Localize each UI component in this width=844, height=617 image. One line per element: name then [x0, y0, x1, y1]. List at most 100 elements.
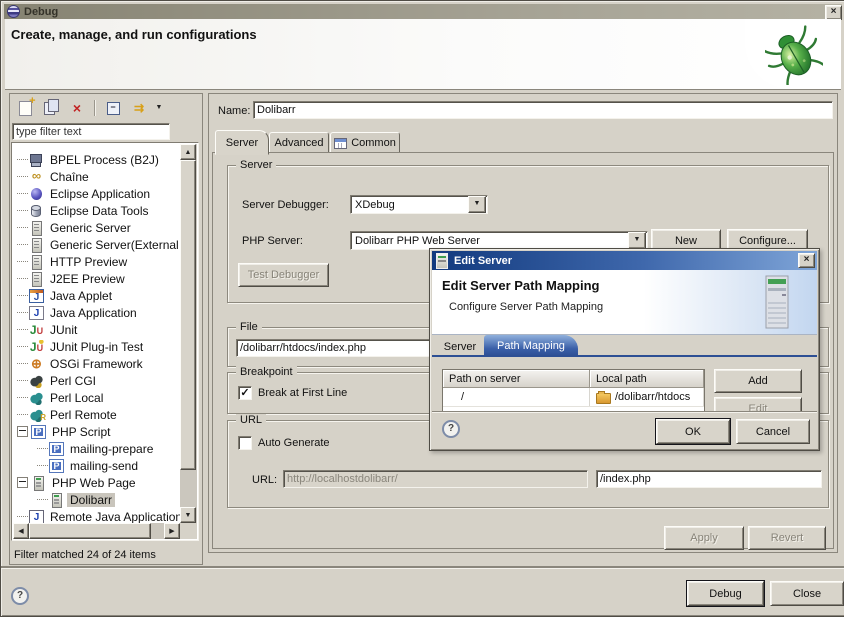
configurations-panel: BPEL Process (B2J)Chaîne Eclipse Applicat… — [9, 93, 203, 565]
tree-item-php-script[interactable]: PHP Script — [13, 423, 181, 440]
file-group-legend: File — [236, 321, 262, 333]
tree-connector — [17, 244, 28, 245]
revert-button[interactable]: Revert — [748, 526, 826, 550]
tree-item-junit-plug-in-test[interactable]: JUnit Plug-in Test — [13, 338, 181, 355]
close-edit-server-button[interactable] — [798, 253, 815, 268]
debug-dialog-window: Debug Create, manage, and run configurat… — [0, 0, 844, 617]
tree-item-j2ee-preview[interactable]: J2EE Preview — [13, 270, 181, 287]
tree-item-java-application[interactable]: Java Application — [13, 304, 181, 321]
vertical-scroll-thumb[interactable] — [180, 160, 196, 470]
tree-item-junit[interactable]: JUnit — [13, 321, 181, 338]
column-header-local-path[interactable]: Local path — [590, 370, 704, 388]
duplicate-configuration-button[interactable] — [40, 98, 62, 118]
column-header-path-on-server[interactable]: Path on server — [443, 370, 590, 388]
chevron-down-icon[interactable] — [468, 196, 486, 213]
chevron-down-icon[interactable] — [628, 232, 646, 249]
tree-item-perl-cgi[interactable]: Perl CGI — [13, 372, 181, 389]
tree-horizontal-scrollbar[interactable]: ◀ ▶ — [13, 523, 180, 539]
php-web-icon — [49, 493, 64, 507]
tree-item-label: Eclipse Application — [47, 187, 153, 201]
tree-item-bpel-process-b2j-[interactable]: BPEL Process (B2J) — [13, 151, 181, 168]
toolbar-dropdown-caret-icon[interactable] — [154, 98, 164, 118]
ok-button[interactable]: OK — [656, 419, 730, 444]
server-group-legend: Server — [236, 159, 276, 171]
tree-connector — [17, 278, 28, 279]
tree-item-eclipse-data-tools[interactable]: Eclipse Data Tools — [13, 202, 181, 219]
tree-item-osgi-framework[interactable]: OSGi Framework — [13, 355, 181, 372]
horizontal-scroll-thumb[interactable] — [29, 523, 151, 539]
scroll-left-icon[interactable]: ◀ — [13, 523, 29, 539]
tree-connector — [17, 516, 28, 517]
help-icon[interactable] — [11, 587, 29, 605]
break-first-line-label: Break at First Line — [258, 387, 347, 399]
tree-item-label: Java Application — [47, 306, 140, 320]
apply-button[interactable]: Apply — [664, 526, 744, 550]
tab-common-label: Common — [351, 137, 396, 149]
tree-item-label: Perl Local — [47, 391, 106, 405]
tab-server[interactable]: Server — [215, 130, 269, 155]
url-base-input[interactable] — [283, 470, 588, 488]
tab-server-settings[interactable]: Server — [438, 337, 482, 356]
scroll-down-icon[interactable]: ▼ — [180, 507, 196, 523]
tab-advanced-label: Advanced — [275, 137, 324, 149]
tree-item-eclipse-application[interactable]: Eclipse Application — [13, 185, 181, 202]
filter-input[interactable] — [12, 123, 170, 140]
php-file-icon — [49, 442, 64, 456]
tree-connector — [17, 346, 28, 347]
scroll-right-icon[interactable]: ▶ — [164, 523, 180, 539]
debug-button[interactable]: Debug — [687, 581, 764, 606]
local-path-text: /dolibarr/htdocs — [615, 391, 690, 403]
collapse-minus-icon[interactable] — [17, 426, 28, 437]
url-path-input[interactable] — [596, 470, 822, 488]
tree-connector — [17, 312, 28, 313]
tree-item-mailing-send[interactable]: mailing-send — [13, 457, 181, 474]
tree-item-mailing-prepare[interactable]: mailing-prepare — [13, 440, 181, 457]
tree-item-label: PHP Web Page — [49, 476, 139, 490]
cancel-button[interactable]: Cancel — [736, 419, 810, 444]
tab-advanced[interactable]: Advanced — [269, 132, 329, 154]
tree-item-label: BPEL Process (B2J) — [47, 153, 162, 167]
collapse-minus-icon[interactable] — [17, 477, 28, 488]
close-window-button[interactable] — [825, 5, 842, 20]
test-debugger-button[interactable]: Test Debugger — [238, 263, 329, 287]
tree-item-label: OSGi Framework — [47, 357, 146, 371]
scroll-up-icon[interactable]: ▲ — [180, 144, 196, 160]
tree-item-label: J2EE Preview — [47, 272, 128, 286]
auto-generate-checkbox[interactable] — [238, 436, 252, 450]
name-input[interactable] — [253, 101, 833, 119]
filter-button[interactable] — [128, 98, 150, 118]
auto-generate-label: Auto Generate — [258, 437, 330, 449]
tree-item-java-applet[interactable]: Java Applet — [13, 287, 181, 304]
tree-item-perl-local[interactable]: Perl Local — [13, 389, 181, 406]
server-debugger-select[interactable]: XDebug — [350, 195, 488, 214]
dialog-help-icon[interactable] — [442, 420, 460, 438]
tree-item-http-preview[interactable]: HTTP Preview — [13, 253, 181, 270]
tree-item-dolibarr[interactable]: Dolibarr — [13, 491, 181, 508]
tree-vertical-scrollbar[interactable]: ▲ ▼ — [180, 144, 197, 523]
server-icon — [29, 255, 44, 269]
edit-server-heading: Edit Server Path Mapping — [442, 278, 599, 293]
duplicate-icon — [44, 102, 55, 115]
collapse-all-button[interactable] — [102, 98, 124, 118]
tab-common[interactable]: Common — [330, 132, 400, 154]
tree-item-generic-server-external-la[interactable]: Generic Server(External La — [13, 236, 181, 253]
tree-item-php-web-page[interactable]: PHP Web Page — [13, 474, 181, 491]
new-configuration-button[interactable] — [14, 98, 36, 118]
filter-status-text: Filter matched 24 of 24 items — [14, 549, 156, 561]
path-mapping-row[interactable]: / /dolibarr/htdocs — [443, 388, 704, 407]
break-first-line-checkbox[interactable] — [238, 386, 252, 400]
delete-configuration-button[interactable] — [66, 98, 88, 118]
tab-path-mapping[interactable]: Path Mapping — [484, 335, 578, 356]
path-on-server-cell: / — [443, 388, 590, 406]
tree-item-perl-remote[interactable]: Perl Remote — [13, 406, 181, 423]
tree-item-generic-server[interactable]: Generic Server — [13, 219, 181, 236]
server-tower-icon — [759, 274, 795, 332]
tree-item-cha-ne[interactable]: Chaîne — [13, 168, 181, 185]
eclipse-app-icon — [29, 187, 44, 201]
edit-server-subheading: Configure Server Path Mapping — [449, 301, 603, 313]
title-bar: Debug — [4, 4, 842, 19]
add-mapping-button[interactable]: Add — [714, 369, 802, 393]
close-button[interactable]: Close — [770, 581, 844, 606]
tree-connector — [17, 397, 28, 398]
perl-cgi-icon — [29, 374, 44, 388]
